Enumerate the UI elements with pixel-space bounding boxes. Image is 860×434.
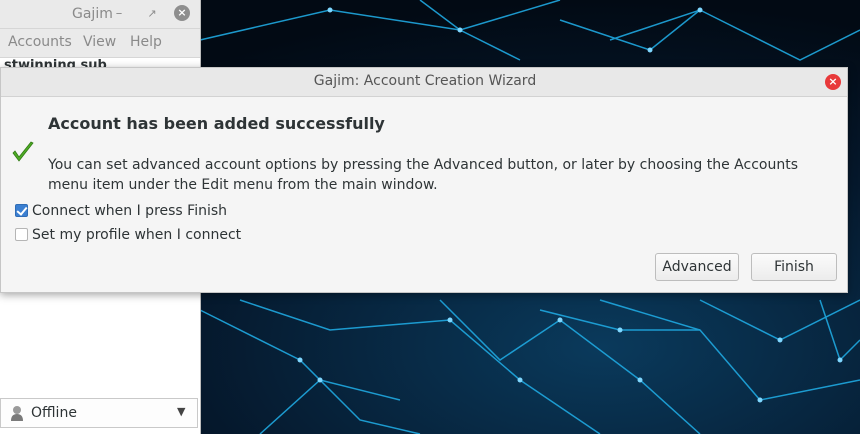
wizard-titlebar[interactable]: Gajim: Account Creation Wizard × [1,68,847,97]
wizard-title: Gajim: Account Creation Wizard [313,73,537,89]
success-check-icon [12,141,34,162]
connect-on-finish-option[interactable]: Connect when I press Finish [15,203,227,219]
minimize-icon[interactable]: – [110,5,128,23]
offline-status-icon [11,406,23,421]
maximize-icon[interactable]: ↗ [143,5,161,23]
account-creation-wizard-dialog: Gajim: Account Creation Wizard × Account… [0,67,848,293]
close-icon[interactable]: × [174,5,192,23]
success-heading: Account has been added successfully [48,114,385,133]
main-window-title: Gajim [72,6,113,22]
set-profile-checkbox[interactable] [15,228,28,241]
status-selector[interactable]: Offline ▼ [0,398,198,428]
menu-accounts[interactable]: Accounts [8,34,72,50]
main-menubar: Accounts View Help [0,29,200,58]
success-message: You can set advanced account options by … [48,157,798,193]
advanced-button[interactable]: Advanced [655,253,739,281]
finish-button[interactable]: Finish [751,253,837,281]
menu-view[interactable]: View [83,34,116,50]
close-icon[interactable]: × [825,74,841,90]
main-titlebar[interactable]: Gajim – ↗ × [0,0,200,29]
connect-on-finish-checkbox[interactable] [15,204,28,217]
chevron-down-icon: ▼ [177,405,186,418]
menu-help[interactable]: Help [130,34,162,50]
connect-on-finish-label: Connect when I press Finish [32,203,228,219]
status-label: Offline [31,405,77,421]
set-profile-label: Set my profile when I connect [32,227,242,243]
set-profile-option[interactable]: Set my profile when I connect [15,227,241,243]
